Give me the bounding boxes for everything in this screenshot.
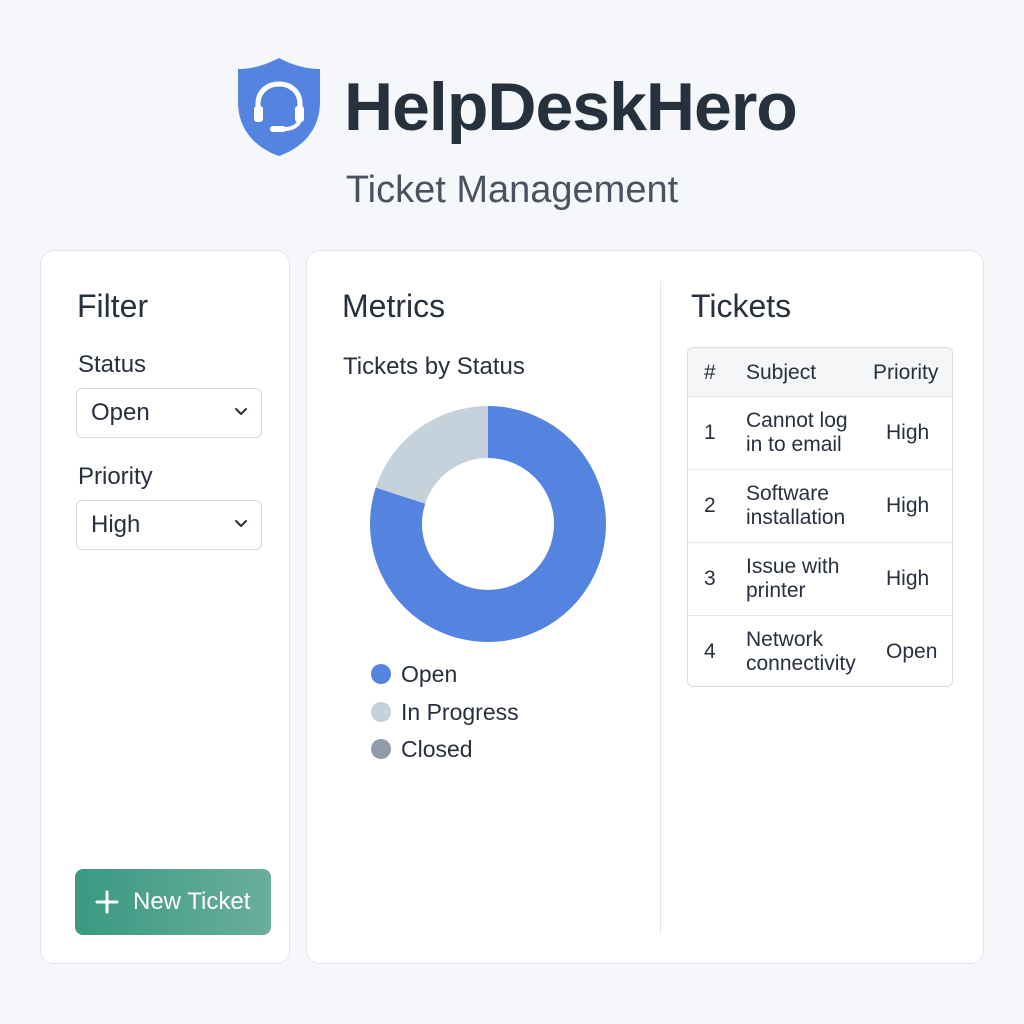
ticket-priority: High xyxy=(886,567,930,590)
status-donut-chart xyxy=(370,406,606,642)
ticket-id: 4 xyxy=(704,640,716,663)
column-header-priority: Priority xyxy=(873,361,939,384)
table-header: # Subject Priority xyxy=(688,348,952,397)
legend-swatch xyxy=(371,702,391,722)
legend-label: Closed xyxy=(401,736,473,762)
ticket-subject: Issue with xyxy=(746,555,840,578)
status-label: Status xyxy=(78,351,147,378)
ticket-subject: Cannot log xyxy=(746,409,848,432)
tickets-table: # Subject Priority 1 Cannot log in to em… xyxy=(687,347,953,687)
metrics-title: Metrics xyxy=(342,288,446,324)
legend-swatch xyxy=(371,739,391,759)
status-select[interactable]: Open xyxy=(76,388,262,438)
main-panel: Metrics Tickets by Status Open In Progre… xyxy=(306,250,984,964)
table-row[interactable]: 1 Cannot log in to email High xyxy=(688,396,952,470)
priority-select-value: High xyxy=(91,511,141,538)
shield-headset-icon xyxy=(238,58,320,156)
chevron-down-icon xyxy=(235,520,247,527)
ticket-subject: Software xyxy=(746,482,829,505)
filter-panel: Filter Status Open Priority High New Tic… xyxy=(40,250,290,964)
table-row[interactable]: 4 Network connectivity Open xyxy=(688,615,952,686)
legend-swatch xyxy=(371,664,391,684)
priority-select[interactable]: High xyxy=(76,500,262,550)
ticket-id: 3 xyxy=(704,567,716,590)
priority-label: Priority xyxy=(78,463,153,490)
ticket-subject: Network xyxy=(746,628,824,651)
ticket-priority: Open xyxy=(886,640,938,663)
panel-divider xyxy=(660,281,661,933)
column-header-subject: Subject xyxy=(746,361,817,384)
ticket-priority: High xyxy=(886,421,930,444)
brand-header: HelpDeskHero xyxy=(0,52,1024,162)
legend-label: Open xyxy=(401,661,458,687)
tickets-title: Tickets xyxy=(691,288,792,324)
ticket-subject: in to email xyxy=(746,433,842,456)
donut-slice-in-progress xyxy=(375,406,488,504)
status-select-value: Open xyxy=(91,399,150,426)
page-subtitle: Ticket Management xyxy=(345,169,679,211)
ticket-subject: installation xyxy=(746,506,846,529)
ticket-subject: connectivity xyxy=(746,652,856,675)
chart-title: Tickets by Status xyxy=(343,353,525,380)
chevron-down-icon xyxy=(235,408,247,415)
new-ticket-label: New Ticket xyxy=(133,888,251,915)
ticket-id: 2 xyxy=(704,494,716,517)
ticket-priority: High xyxy=(886,494,930,517)
new-ticket-button[interactable]: New Ticket xyxy=(75,869,271,935)
ticket-subject: printer xyxy=(746,579,806,602)
brand-name: HelpDeskHero xyxy=(344,69,798,145)
column-header-id: # xyxy=(704,361,716,384)
table-row[interactable]: 2 Software installation High xyxy=(688,469,952,543)
ticket-id: 1 xyxy=(704,421,716,444)
filter-title: Filter xyxy=(77,288,149,324)
plus-icon xyxy=(95,890,119,914)
legend-label: In Progress xyxy=(401,699,519,725)
table-row[interactable]: 3 Issue with printer High xyxy=(688,542,952,616)
